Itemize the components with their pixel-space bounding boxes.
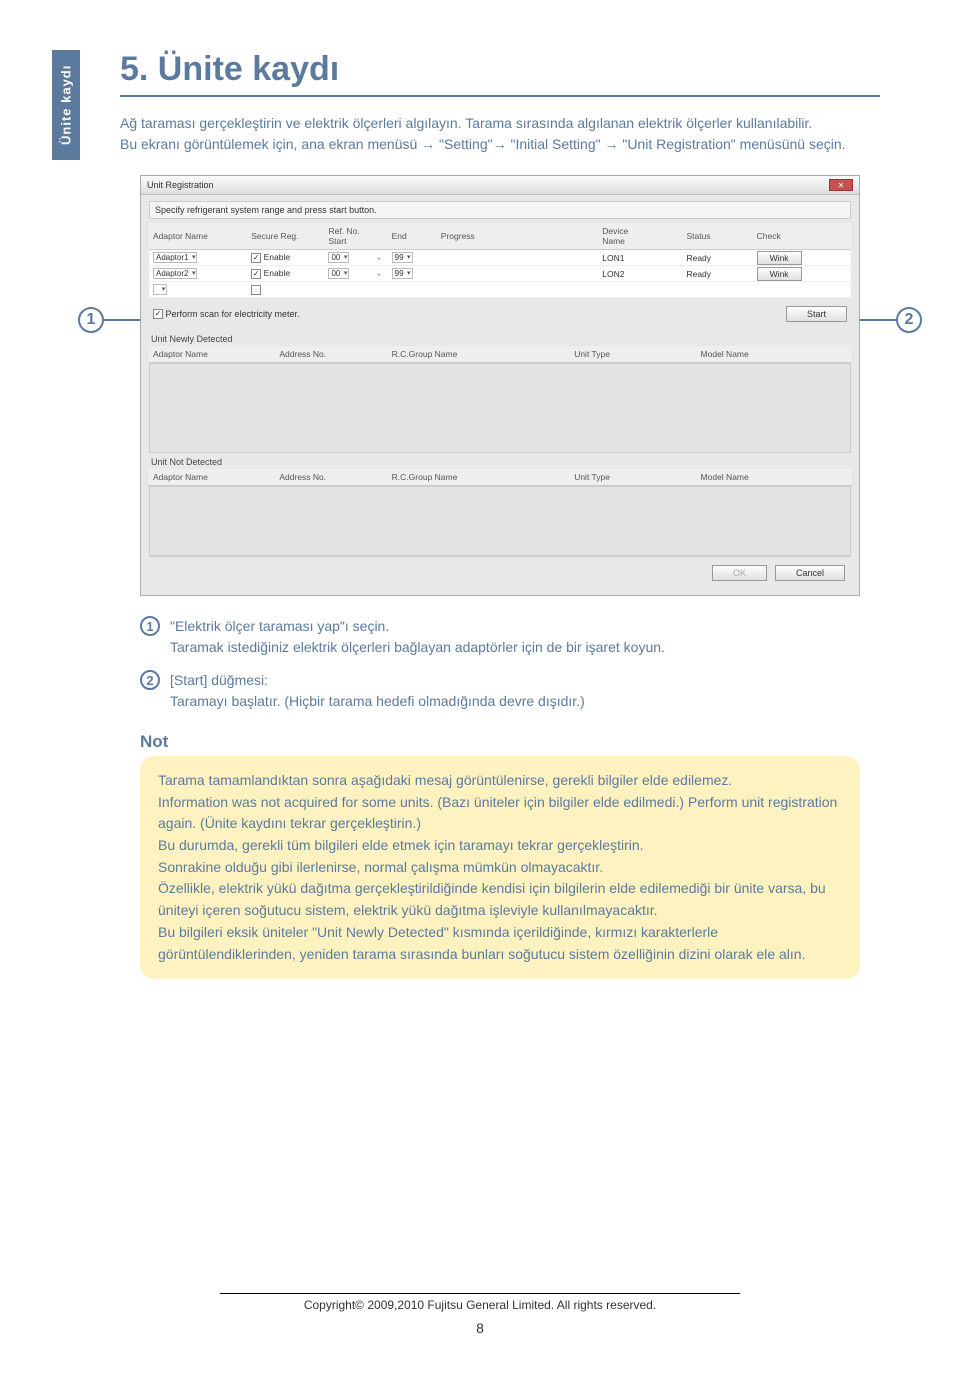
unit-registration-dialog: Unit Registration ✕ Specify refrigerant …	[140, 175, 860, 596]
end-select[interactable]: 99	[392, 252, 413, 263]
wink-button[interactable]: Wink	[757, 251, 802, 265]
adaptor-select[interactable]: Adaptor1	[153, 252, 197, 263]
start-button[interactable]: Start	[786, 306, 847, 322]
table-row: Adaptor1 ✓ Enable 00 - 99 LON1 Ready Win…	[149, 250, 851, 266]
secure-label: Enable	[264, 268, 290, 278]
legend-2: 2 [Start] düğmesi: Taramayı başlatır. (H…	[140, 670, 860, 712]
secure-checkbox[interactable]	[251, 285, 261, 295]
th: Address No.	[275, 346, 387, 363]
side-tab: Ünite kaydı	[52, 50, 80, 160]
secure-label: Enable	[264, 252, 290, 262]
th-adaptor: Adaptor Name	[149, 223, 247, 250]
start-select[interactable]: 00	[328, 268, 349, 279]
table-row: Adaptor2 ✓ Enable 00 - 99 LON2 Ready Win…	[149, 266, 851, 282]
newly-list	[149, 363, 851, 453]
page-number: 8	[220, 1320, 740, 1336]
notdet-table: Adaptor Name Address No. R.C.Group Name …	[149, 469, 851, 486]
th: Adaptor Name	[149, 346, 275, 363]
th-progress: Progress	[437, 223, 598, 250]
th-device: Device Name	[598, 223, 682, 250]
adaptor-table: Adaptor Name Secure Reg. Ref. No. Start …	[149, 223, 851, 298]
th-check: Check	[753, 223, 851, 250]
dialog-wrap: 1 2 Unit Registration ✕ Specify refriger…	[120, 175, 880, 596]
newly-table: Adaptor Name Address No. R.C.Group Name …	[149, 346, 851, 363]
scan-label: Perform scan for electricity meter.	[166, 309, 300, 319]
notdet-list	[149, 486, 851, 556]
note-title: Not	[140, 732, 860, 752]
th: Address No.	[275, 469, 387, 486]
dialog-titlebar: Unit Registration ✕	[141, 176, 859, 195]
th: Unit Type	[570, 346, 696, 363]
legend-num-1: 1	[140, 616, 160, 636]
callout-1: 1	[78, 307, 104, 333]
close-icon[interactable]: ✕	[829, 179, 853, 191]
legend-text-2: [Start] düğmesi: Taramayı başlatır. (Hiç…	[170, 670, 860, 712]
table-row	[149, 282, 851, 298]
not-detected-label: Unit Not Detected	[149, 453, 851, 469]
th: Adaptor Name	[149, 469, 275, 486]
page-title: 5. Ünite kaydı	[120, 50, 880, 97]
th-secure: Secure Reg.	[247, 223, 324, 250]
start-select[interactable]: 00	[328, 252, 349, 263]
newly-detected-label: Unit Newly Detected	[149, 330, 851, 346]
th: Model Name	[697, 469, 851, 486]
end-select[interactable]: 99	[392, 268, 413, 279]
cancel-button[interactable]: Cancel	[775, 565, 845, 581]
th: R.C.Group Name	[388, 346, 571, 363]
th-end: End	[388, 223, 437, 250]
callout-2: 2	[896, 307, 922, 333]
legend-text-1: "Elektrik ölçer taraması yap"ı seçin. Ta…	[170, 616, 860, 658]
th-status: Status	[682, 223, 752, 250]
device-cell: LON1	[598, 250, 682, 266]
note-body: Tarama tamamlandıktan sonra aşağıdaki me…	[140, 756, 860, 979]
adaptor-select[interactable]: Adaptor2	[153, 268, 197, 279]
intro-text: Ağ taraması gerçekleştirin ve elektrik ö…	[120, 113, 880, 155]
status-cell: Ready	[682, 250, 752, 266]
adaptor-select[interactable]	[153, 284, 167, 295]
th-start: Ref. No. Start	[324, 223, 373, 250]
status-cell: Ready	[682, 266, 752, 282]
th: Model Name	[697, 346, 851, 363]
th: R.C.Group Name	[388, 469, 571, 486]
th-dash	[374, 223, 388, 250]
th: Unit Type	[570, 469, 696, 486]
secure-checkbox[interactable]: ✓	[251, 269, 261, 279]
dialog-title: Unit Registration	[147, 180, 214, 190]
device-cell: LON2	[598, 266, 682, 282]
scan-checkbox[interactable]: ✓	[153, 309, 163, 319]
legend-1: 1 "Elektrik ölçer taraması yap"ı seçin. …	[140, 616, 860, 658]
legend-num-2: 2	[140, 670, 160, 690]
ok-button[interactable]: OK	[712, 565, 767, 581]
dialog-hint: Specify refrigerant system range and pre…	[149, 201, 851, 219]
note: Not Tarama tamamlandıktan sonra aşağıdak…	[140, 732, 860, 979]
wink-button[interactable]: Wink	[757, 267, 802, 281]
copyright: Copyright© 2009,2010 Fujitsu General Lim…	[220, 1298, 740, 1312]
footer: Copyright© 2009,2010 Fujitsu General Lim…	[220, 1293, 740, 1336]
secure-checkbox[interactable]: ✓	[251, 253, 261, 263]
